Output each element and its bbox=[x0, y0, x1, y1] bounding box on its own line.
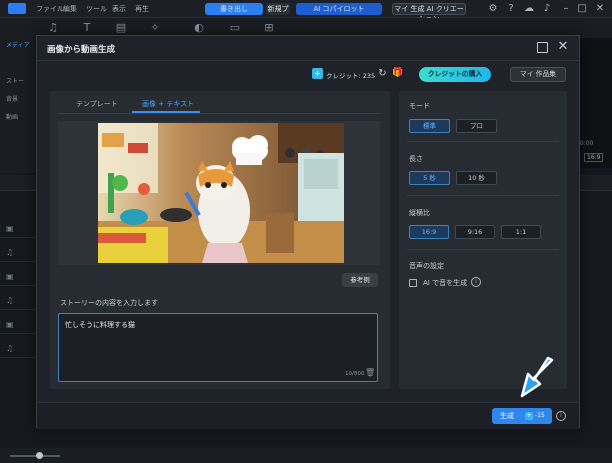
menu-playback[interactable]: 再生 bbox=[135, 4, 149, 14]
menu-tools[interactable]: ツール bbox=[86, 4, 107, 14]
mode-pro-option[interactable]: プロ bbox=[456, 119, 497, 133]
mode-label: モード bbox=[409, 102, 430, 110]
effects-icon[interactable]: ✧ bbox=[148, 21, 162, 34]
ai-copilot-button[interactable]: AI コパイロット bbox=[296, 3, 382, 15]
tab-divider bbox=[58, 113, 380, 114]
zoom-slider-track[interactable] bbox=[10, 455, 60, 457]
close-icon[interactable]: ✕ bbox=[556, 39, 570, 55]
zoom-slider-handle[interactable] bbox=[36, 452, 43, 459]
image-preview-area[interactable] bbox=[58, 121, 380, 265]
timeline-track[interactable]: ♫ bbox=[0, 244, 40, 262]
export-button[interactable]: 書き出し bbox=[205, 3, 263, 15]
length-10s-option[interactable]: 10 秒 bbox=[456, 171, 497, 185]
audio-label: 音声の設定 bbox=[409, 262, 444, 270]
cat-cooking-image bbox=[98, 123, 344, 263]
menu-view[interactable]: 表示 bbox=[112, 4, 126, 14]
dialog-title: 画像から動画生成 bbox=[47, 45, 116, 55]
ai-sound-label: AI で音を生成 bbox=[423, 279, 468, 287]
settings-icon[interactable]: ⚙ bbox=[487, 3, 499, 15]
buy-credits-button[interactable]: クレジットの購入 bbox=[419, 67, 491, 82]
dialog-header: 画像から動画生成 ✕ bbox=[37, 36, 579, 61]
credit-icon: + bbox=[525, 412, 533, 420]
timeline-track[interactable]: ▣ bbox=[0, 268, 40, 286]
text-icon[interactable]: T bbox=[80, 21, 94, 34]
length-5s-option[interactable]: 5 秒 bbox=[409, 171, 450, 185]
window-icon[interactable]: □ bbox=[576, 3, 588, 15]
credit-icon: + bbox=[312, 68, 323, 79]
length-label: 長さ bbox=[409, 155, 423, 163]
aspect-label: 縦横比 bbox=[409, 209, 430, 217]
timeline-track[interactable]: ▣ bbox=[0, 316, 40, 334]
bell-icon[interactable]: ♪ bbox=[541, 3, 553, 15]
pointer-arrow-icon bbox=[520, 356, 554, 398]
section-divider bbox=[407, 249, 559, 250]
left-panel-media[interactable]: メディア bbox=[6, 40, 30, 49]
preview-ratio[interactable]: 16:9 bbox=[584, 153, 604, 162]
info-icon[interactable]: i bbox=[471, 277, 481, 287]
tab-image-text[interactable]: 画像 + テキスト bbox=[142, 99, 194, 109]
timeline-track[interactable]: ♫ bbox=[0, 292, 40, 310]
timeline-track[interactable]: ▣ bbox=[0, 220, 40, 238]
aspect-9-16-option[interactable]: 9:16 bbox=[455, 225, 495, 239]
mode-standard-option[interactable]: 標準 bbox=[409, 119, 450, 133]
cloud-icon[interactable]: ☁ bbox=[523, 3, 535, 15]
timeline-track[interactable]: ♫ bbox=[0, 340, 40, 358]
left-panel-story[interactable]: ストー bbox=[6, 76, 24, 85]
app-close-icon[interactable]: ✕ bbox=[594, 3, 606, 15]
app-top-bar: ファイル 編集 ツール 表示 再生 書き出し 新規プロ AI コパイロット マイ… bbox=[0, 0, 612, 23]
credits-balance: クレジット: 235 bbox=[326, 72, 376, 80]
menu-file[interactable]: ファイル bbox=[36, 4, 64, 14]
palette-icon[interactable]: ◐ bbox=[192, 21, 206, 34]
music-icon[interactable]: ♫ bbox=[46, 21, 60, 34]
dialog-footer: 生成 + -15 i bbox=[37, 402, 579, 429]
help-icon[interactable]: ? bbox=[505, 3, 517, 15]
generate-label: 生成 bbox=[500, 412, 514, 420]
generate-cost: -15 bbox=[535, 412, 545, 419]
section-divider bbox=[407, 195, 559, 196]
reference-example-button[interactable]: 参考例 bbox=[342, 273, 378, 287]
maximize-icon[interactable] bbox=[537, 42, 548, 53]
left-media-panel: メディア ストー 背景 動画 bbox=[0, 38, 40, 173]
refresh-icon[interactable]: ↻ bbox=[377, 68, 388, 79]
section-divider bbox=[407, 141, 559, 142]
aspect-1-1-option[interactable]: 1:1 bbox=[501, 225, 541, 239]
new-project-button[interactable]: 新規プロ bbox=[266, 3, 290, 15]
app-logo bbox=[8, 3, 26, 14]
settings-panel: モード 標準 プロ 長さ 5 秒 10 秒 縦横比 16:9 9:16 1:1 … bbox=[399, 91, 567, 389]
menu-edit[interactable]: 編集 bbox=[63, 4, 77, 14]
story-input[interactable]: 忙しそうに料理する猫 10/800 🗑 bbox=[58, 313, 378, 382]
template-icon[interactable]: ▭ bbox=[228, 21, 242, 34]
story-label: ストーリーの内容を入力します bbox=[60, 299, 158, 307]
story-text: 忙しそうに料理する猫 bbox=[65, 321, 135, 329]
image-to-video-dialog: 画像から動画生成 ✕ + クレジット: 235 ↻ 🎁 クレジットの購入 マイ … bbox=[36, 35, 580, 429]
gift-icon[interactable]: 🎁 bbox=[392, 68, 403, 79]
ai-sound-checkbox[interactable] bbox=[409, 279, 417, 287]
generate-button[interactable]: 生成 + -15 bbox=[492, 408, 552, 424]
aspect-16-9-option[interactable]: 16:9 bbox=[409, 225, 449, 239]
tab-template[interactable]: テンプレート bbox=[76, 99, 118, 109]
left-panel-video[interactable]: 動画 bbox=[6, 112, 18, 121]
ai-creation-button[interactable]: マイ 生成 AI クリエーション bbox=[392, 3, 466, 23]
layout-icon[interactable]: ⊞ bbox=[262, 21, 276, 34]
left-panel-background[interactable]: 背景 bbox=[6, 94, 18, 103]
trash-icon[interactable]: 🗑 bbox=[365, 368, 375, 378]
story-char-count: 10/800 bbox=[345, 371, 365, 377]
transition-icon[interactable]: ▤ bbox=[114, 21, 128, 34]
info-icon[interactable]: i bbox=[556, 411, 566, 421]
input-panel: テンプレート 画像 + テキスト 参考例 ストーリーの内容を入力します 忙しそう… bbox=[50, 91, 390, 389]
zoom-bar bbox=[0, 448, 612, 463]
minimize-icon[interactable]: – bbox=[560, 3, 572, 15]
my-works-button[interactable]: マイ 作品集 bbox=[510, 67, 566, 82]
